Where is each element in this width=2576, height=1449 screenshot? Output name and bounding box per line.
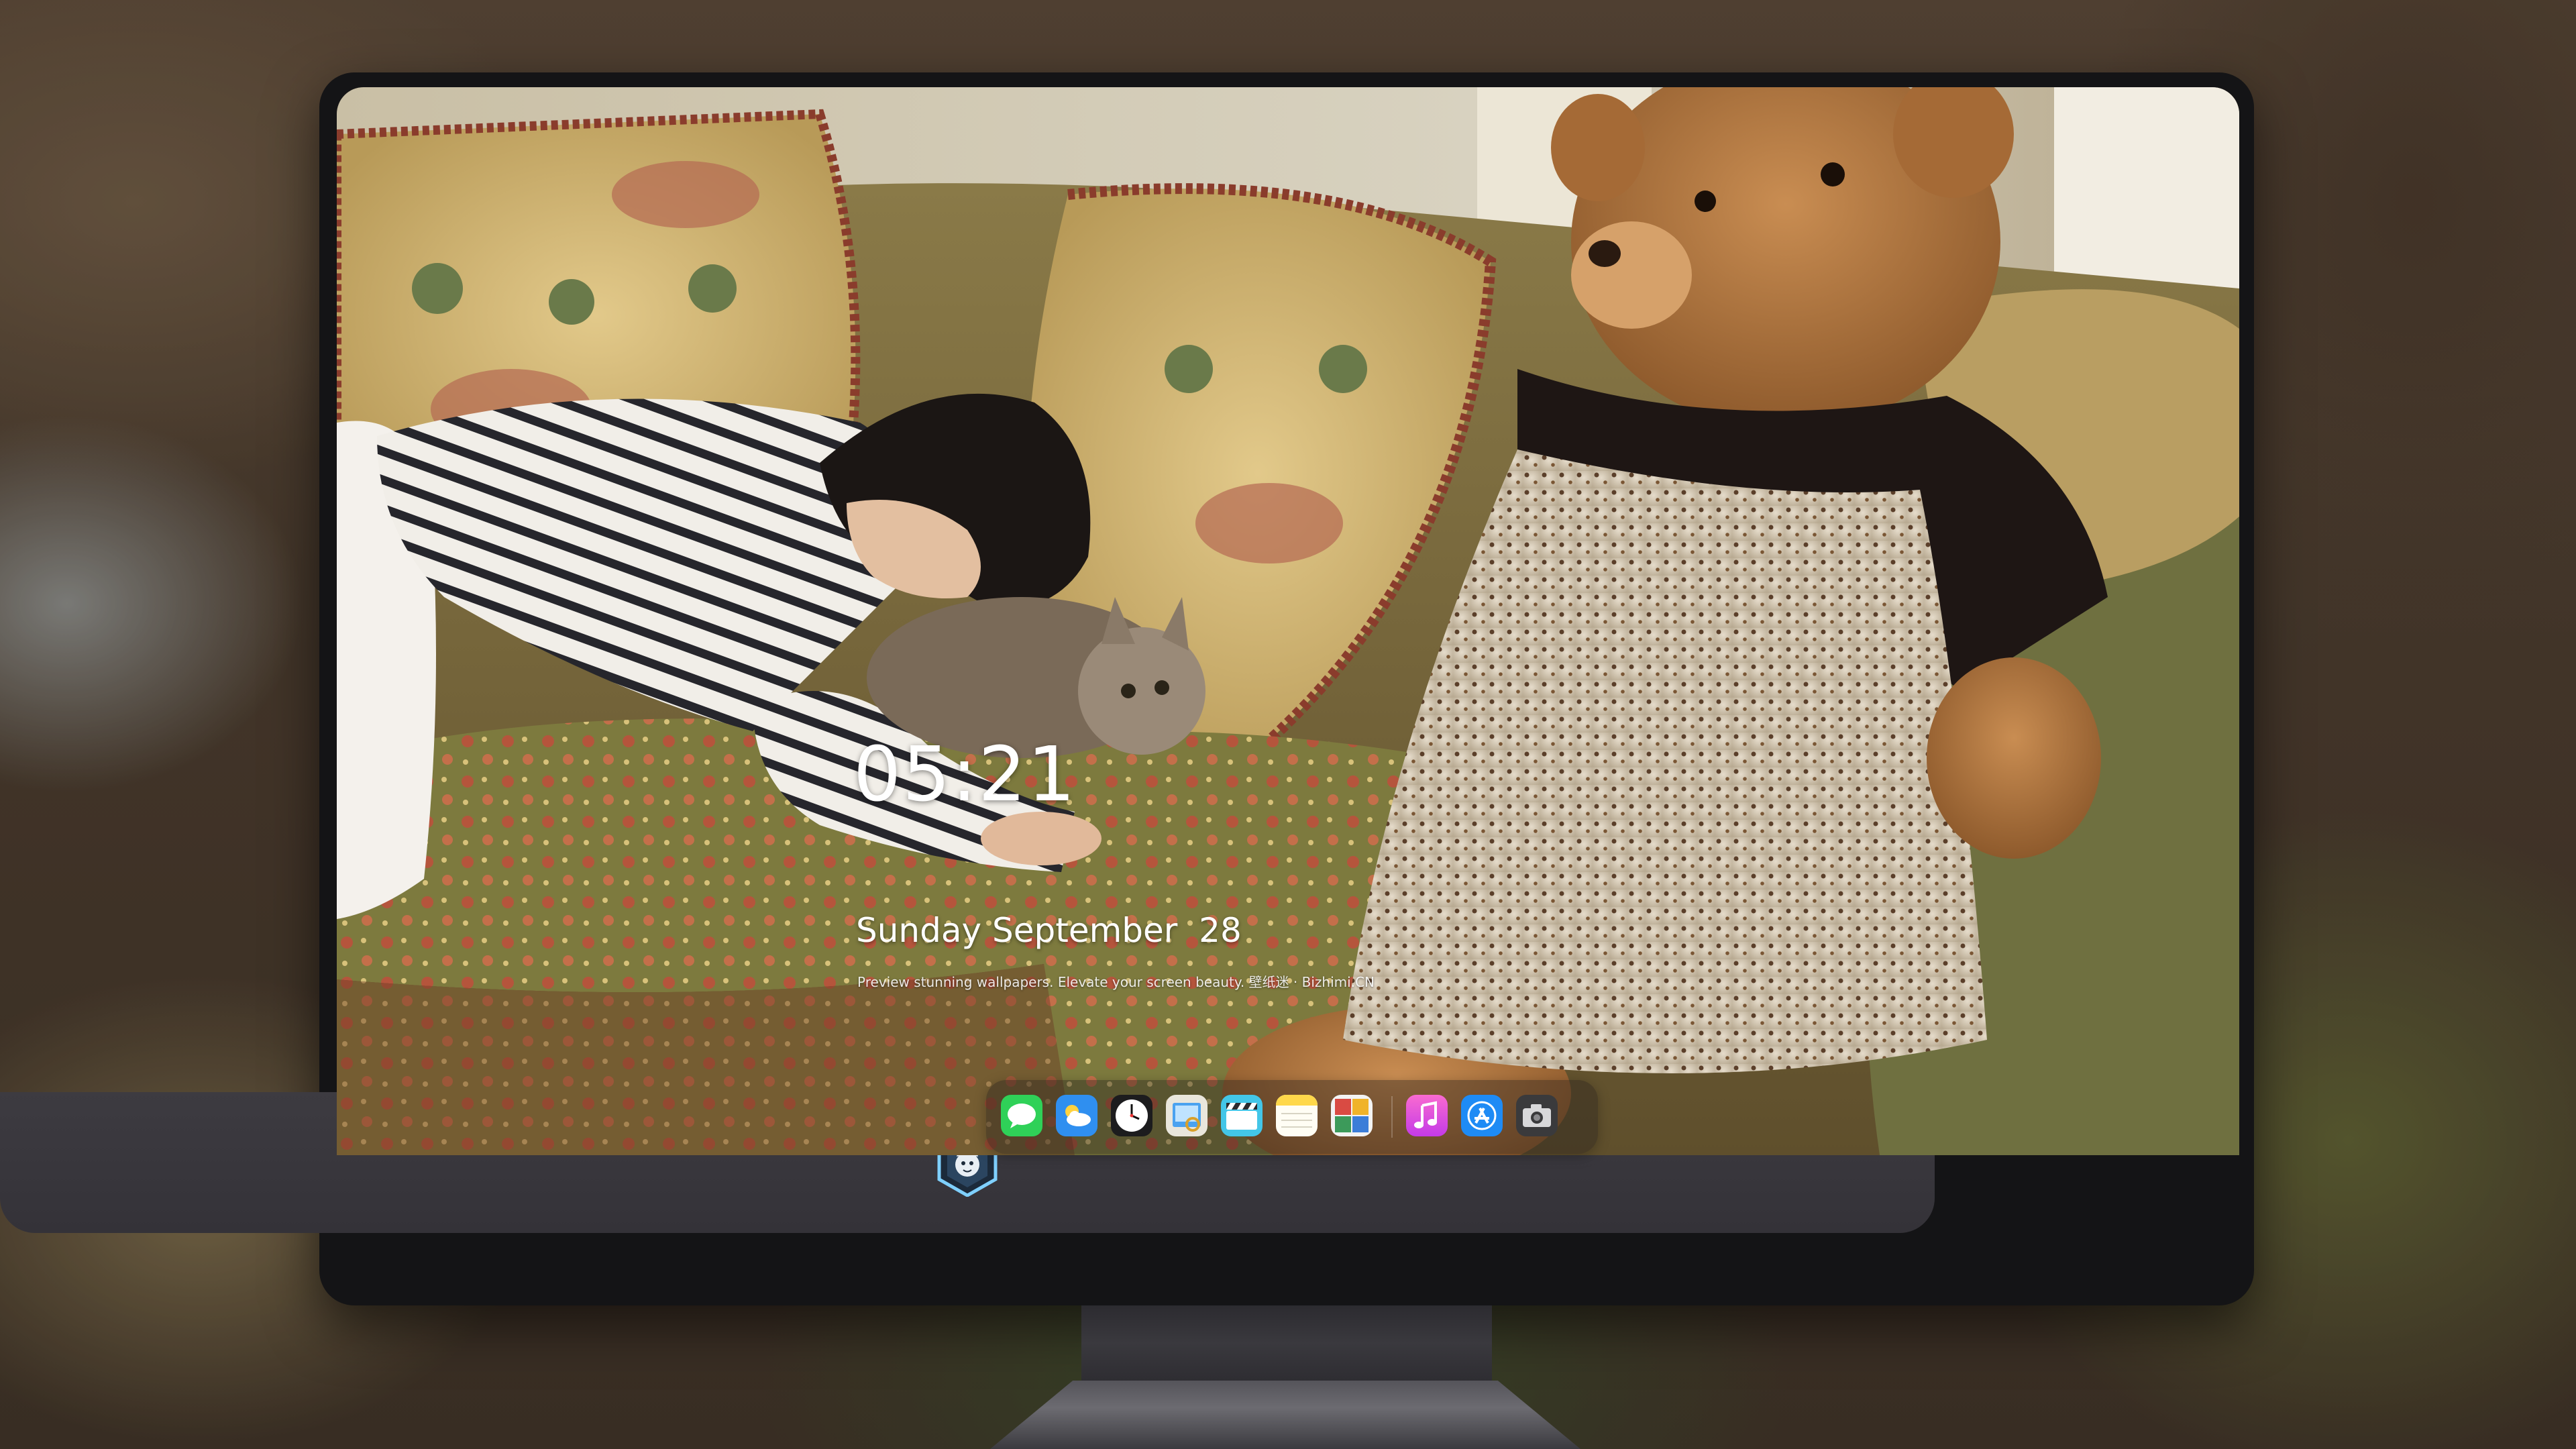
lockscreen-tagline: Preview stunning wallpapers. Elevate you… — [857, 974, 1375, 990]
screen: 05:21 Sunday September 28 Preview stunni… — [337, 87, 2239, 1155]
weather-icon[interactable] — [1056, 1095, 1097, 1136]
app-store-icon[interactable] — [1461, 1095, 1503, 1136]
clips-icon[interactable] — [1221, 1095, 1263, 1136]
clock-icon[interactable] — [1111, 1095, 1152, 1136]
monitor-stand-base — [990, 1381, 1580, 1449]
music-icon[interactable] — [1406, 1095, 1448, 1136]
preview-icon[interactable] — [1166, 1095, 1208, 1136]
notes-icon[interactable] — [1276, 1095, 1318, 1136]
lockscreen-date: Sunday September 28 — [856, 911, 1242, 950]
camera-icon[interactable] — [1516, 1095, 1558, 1136]
messages-icon[interactable] — [1001, 1095, 1042, 1136]
dock — [986, 1080, 1598, 1154]
wallpaper-image — [337, 87, 2239, 1155]
photo-booth-icon[interactable] — [1331, 1095, 1373, 1136]
monitor-stand-neck — [1081, 1305, 1492, 1381]
dock-separator — [1391, 1096, 1393, 1138]
lockscreen-clock: 05:21 — [853, 731, 1077, 818]
